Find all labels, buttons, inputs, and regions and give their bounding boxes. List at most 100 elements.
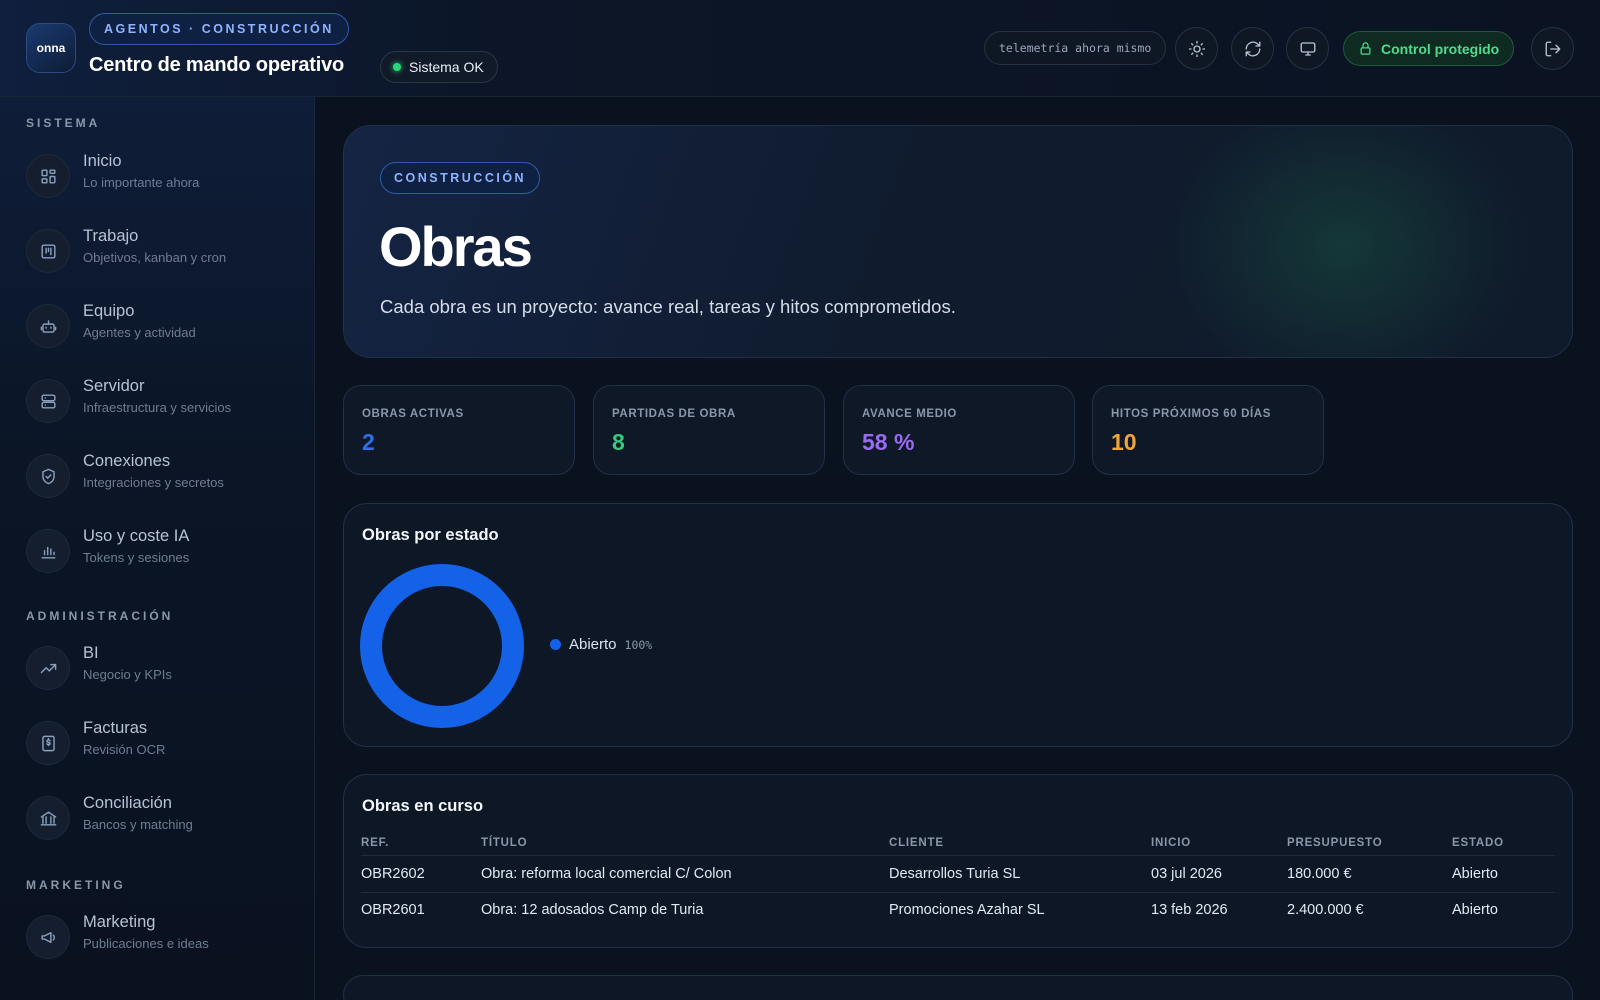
hero-kicker: CONSTRUCCIÓN	[380, 162, 541, 194]
sidebar-item-label: Marketing	[83, 913, 156, 931]
megaphone-icon	[26, 915, 70, 959]
kpi-label: OBRAS ACTIVAS	[362, 408, 464, 420]
status-dot-icon	[393, 63, 401, 71]
next-section-card	[343, 975, 1573, 1000]
sidebar-item-label: Facturas	[83, 719, 148, 737]
system-status-label: Sistema OK	[409, 59, 484, 75]
status-chart-title: Obras por estado	[362, 526, 499, 544]
sidebar-item-label: BI	[83, 644, 99, 662]
top-bar: onna AGENTOS · CONSTRUCCIÓN Centro de ma…	[0, 0, 1600, 97]
system-status-badge: Sistema OK	[380, 51, 498, 83]
donut-slice-abierto[interactable]	[360, 564, 524, 728]
sidebar-section-administracion: ADMINISTRACIÓN	[26, 609, 174, 623]
column-header[interactable]: TÍTULO	[481, 837, 527, 849]
table-cell-budget: 2.400.000 €	[1287, 902, 1364, 918]
robot-icon	[26, 304, 70, 348]
sidebar-item-sub: Tokens y sesiones	[83, 550, 190, 565]
table-divider	[361, 892, 1555, 893]
hero-card: CONSTRUCCIÓN Obras Cada obra es un proye…	[343, 125, 1573, 358]
sidebar-item-label: Equipo	[83, 302, 135, 320]
sidebar-item-label: Conciliación	[83, 794, 172, 812]
logout-button[interactable]	[1531, 27, 1574, 70]
sidebar-item-sub: Agentes y actividad	[83, 325, 196, 340]
sun-icon	[1188, 40, 1205, 57]
bank-icon	[26, 796, 70, 840]
table-cell-title[interactable]: Obra: reforma local comercial C/ Colon	[481, 866, 732, 882]
column-header[interactable]: INICIO	[1151, 837, 1191, 849]
kpi-value: 58 %	[862, 429, 915, 455]
sidebar-item-label: Servidor	[83, 377, 145, 395]
lock-icon	[1360, 42, 1371, 55]
sidebar-item-inicio[interactable]: Inicio Lo importante ahora	[26, 150, 296, 202]
sidebar-item-uso-coste-ia[interactable]: Uso y coste IA Tokens y sesiones	[26, 525, 296, 577]
table-cell-ref[interactable]: OBR2602	[361, 866, 425, 882]
table-cell-status: Abierto	[1452, 902, 1498, 918]
kpi-label: AVANCE MEDIO	[862, 408, 957, 420]
kpi-card-obras-activas: OBRAS ACTIVAS 2	[343, 385, 575, 475]
app-logo[interactable]: onna	[26, 23, 76, 73]
dashboard-icon	[26, 154, 70, 198]
sidebar-section-marketing: MARKETING	[26, 878, 126, 892]
sidebar: SISTEMA Inicio Lo importante ahora Traba…	[0, 97, 315, 1000]
table-cell-title[interactable]: Obra: 12 adosados Camp de Turia	[481, 902, 703, 918]
sidebar-item-trabajo[interactable]: Trabajo Objetivos, kanban y cron	[26, 225, 296, 277]
page-description: Cada obra es un proyecto: avance real, t…	[380, 296, 956, 317]
sidebar-item-facturas[interactable]: Facturas Revisión OCR	[26, 717, 296, 769]
legend-swatch	[550, 639, 561, 650]
monitor-icon	[1300, 41, 1315, 56]
legend-label: Abierto	[569, 636, 617, 653]
sidebar-item-equipo[interactable]: Equipo Agentes y actividad	[26, 300, 296, 352]
sidebar-item-label: Trabajo	[83, 227, 139, 245]
table-divider	[361, 855, 1555, 856]
obras-table-card: Obras en curso	[343, 774, 1573, 948]
sidebar-item-bi[interactable]: BI Negocio y KPIs	[26, 642, 296, 694]
bar-chart-icon	[26, 529, 70, 573]
column-header[interactable]: CLIENTE	[889, 837, 944, 849]
shield-icon	[26, 454, 70, 498]
kpi-label: HITOS PRÓXIMOS 60 DÍAS	[1111, 408, 1271, 420]
trend-icon	[26, 646, 70, 690]
sidebar-item-servidor[interactable]: Servidor Infraestructura y servicios	[26, 375, 296, 427]
table-cell-client: Promociones Azahar SL	[889, 902, 1045, 918]
sidebar-item-label: Uso y coste IA	[83, 527, 190, 545]
sidebar-item-sub: Publicaciones e ideas	[83, 936, 209, 951]
sidebar-section-sistema: SISTEMA	[26, 116, 101, 130]
kpi-card-hitos: HITOS PRÓXIMOS 60 DÍAS 10	[1092, 385, 1324, 475]
sidebar-item-conexiones[interactable]: Conexiones Integraciones y secretos	[26, 450, 296, 502]
table-cell-ref[interactable]: OBR2601	[361, 902, 425, 918]
kpi-value: 8	[612, 429, 625, 455]
sidebar-item-sub: Bancos y matching	[83, 817, 193, 832]
table-cell-client: Desarrollos Turia SL	[889, 866, 1021, 882]
kpi-card-avance-medio: AVANCE MEDIO 58 %	[843, 385, 1075, 475]
table-cell-start: 13 feb 2026	[1151, 902, 1228, 918]
refresh-button[interactable]	[1231, 27, 1274, 70]
app-kicker: AGENTOS · CONSTRUCCIÓN	[89, 13, 349, 45]
table-cell-start: 03 jul 2026	[1151, 866, 1222, 882]
theme-toggle-button[interactable]	[1175, 27, 1218, 70]
protected-control-label: Control protegido	[1381, 40, 1500, 57]
sidebar-item-sub: Integraciones y secretos	[83, 475, 224, 490]
sidebar-item-sub: Negocio y KPIs	[83, 667, 172, 682]
app-title: Centro de mando operativo	[89, 54, 345, 76]
sidebar-item-conciliacion[interactable]: Conciliación Bancos y matching	[26, 792, 296, 844]
column-header[interactable]: PRESUPUESTO	[1287, 837, 1383, 849]
refresh-icon	[1245, 41, 1260, 56]
page-title: Obras	[379, 215, 533, 278]
monitor-button[interactable]	[1286, 27, 1329, 70]
sidebar-item-label: Inicio	[83, 152, 122, 170]
sidebar-item-label: Conexiones	[83, 452, 171, 470]
sidebar-item-sub: Objetivos, kanban y cron	[83, 250, 227, 265]
kpi-value: 10	[1111, 429, 1137, 455]
sidebar-item-marketing[interactable]: Marketing Publicaciones e ideas	[26, 911, 296, 963]
protected-control-button[interactable]: Control protegido	[1343, 31, 1515, 66]
sidebar-item-sub: Revisión OCR	[83, 742, 166, 757]
column-header[interactable]: ESTADO	[1452, 837, 1504, 849]
table-title: Obras en curso	[362, 797, 484, 815]
kpi-label: PARTIDAS DE OBRA	[612, 408, 736, 420]
kpi-value: 2	[362, 429, 375, 455]
logout-icon	[1545, 41, 1560, 56]
column-header[interactable]: REF.	[361, 837, 389, 849]
invoice-icon	[26, 721, 70, 765]
legend-value: 100%	[624, 637, 653, 652]
server-icon	[26, 379, 70, 423]
